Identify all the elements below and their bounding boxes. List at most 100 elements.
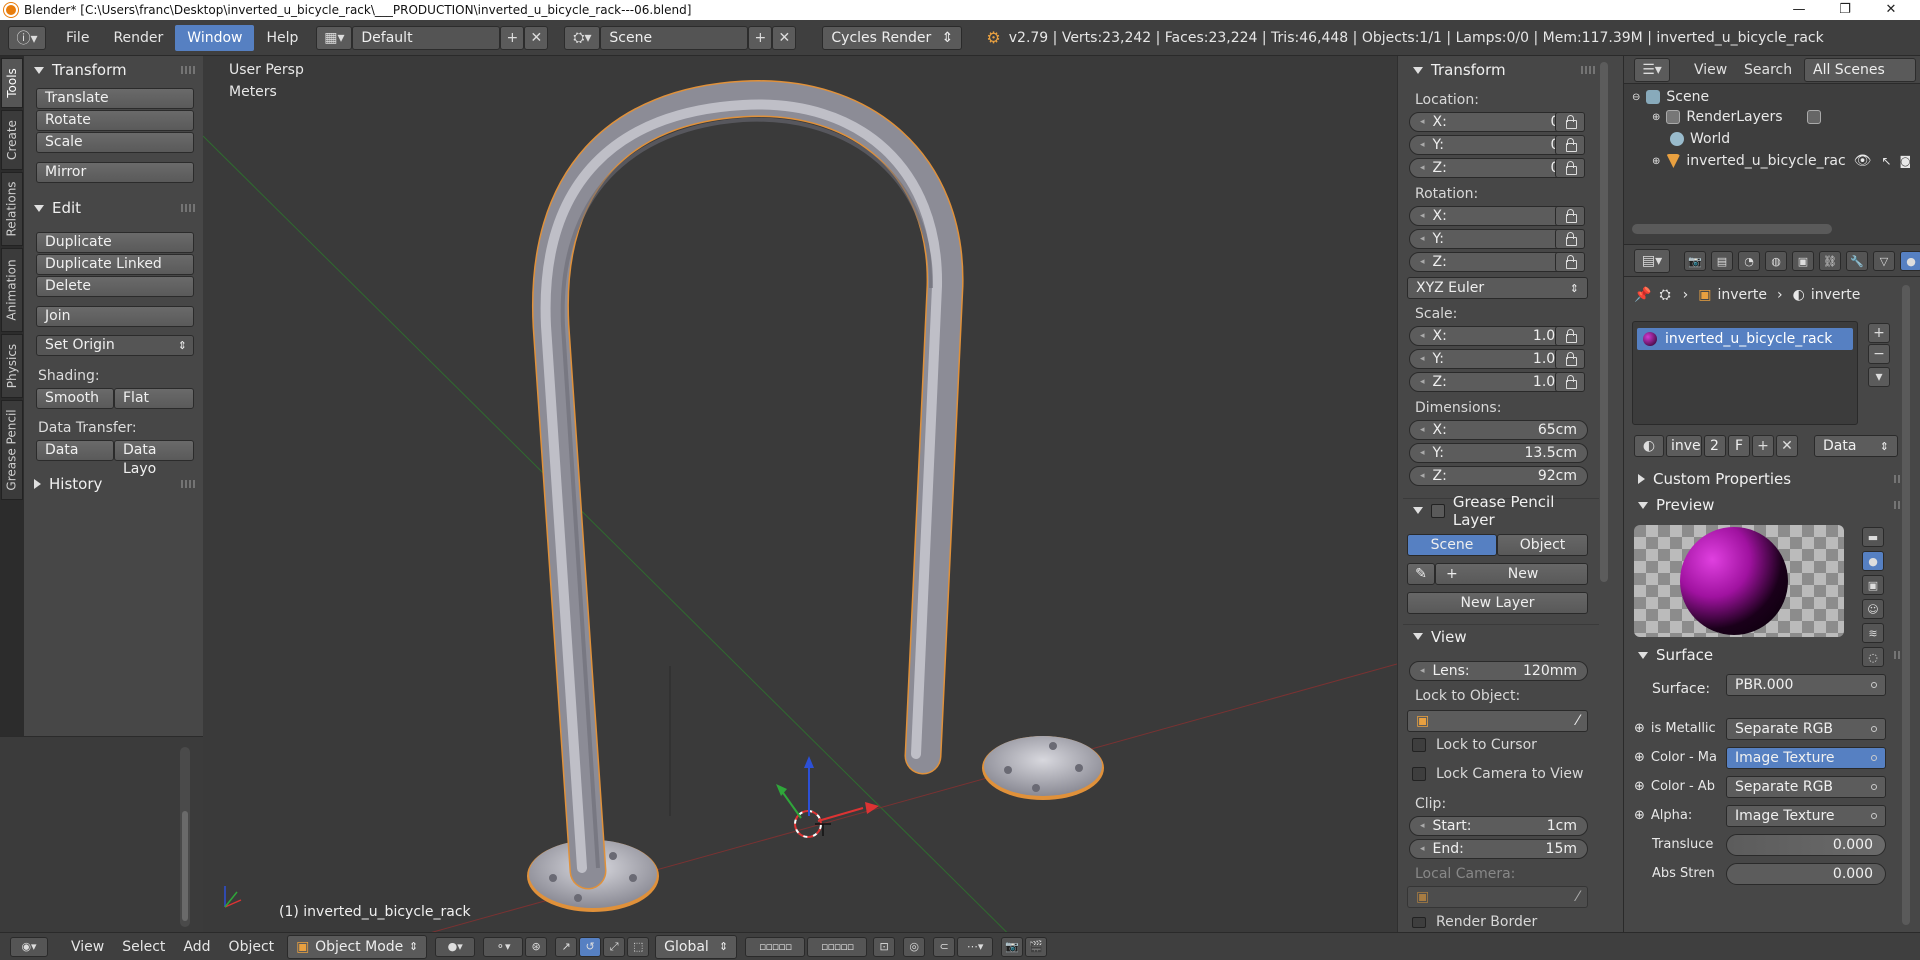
- preview-monkey-icon[interactable]: ☺: [1862, 599, 1884, 619]
- world-tab-icon[interactable]: ◍: [1765, 251, 1787, 271]
- outliner-hscrollbar[interactable]: [1632, 224, 1832, 234]
- outliner-item-scene[interactable]: ⊖ Scene: [1632, 86, 1709, 108]
- panel-surface-header[interactable]: Surface: [1628, 643, 1916, 667]
- arrow-left-icon[interactable]: ◂: [1420, 234, 1425, 244]
- color-ma-input-field[interactable]: Image Texture: [1726, 747, 1886, 769]
- opengl-render-animation-icon[interactable]: 🎬: [1025, 936, 1048, 957]
- outliner-search-menu[interactable]: Search: [1744, 62, 1792, 78]
- eyedropper-icon[interactable]: ⁄: [1577, 713, 1579, 729]
- dimension-y-field[interactable]: ◂ Y: 13.5cm: [1409, 443, 1588, 463]
- screen-layout-field[interactable]: Default: [352, 25, 501, 50]
- viewport-scene[interactable]: [203, 56, 1397, 932]
- preview-flat-icon[interactable]: ▬: [1862, 527, 1884, 547]
- material-tab-icon[interactable]: ●: [1900, 251, 1920, 271]
- expand-icon[interactable]: ⊕: [1652, 112, 1660, 123]
- color-ab-input-field[interactable]: Separate RGB: [1726, 776, 1886, 798]
- menu-add[interactable]: Add: [174, 939, 219, 955]
- expand-socket-icon[interactable]: ⊕: [1634, 779, 1645, 794]
- material-slot-list[interactable]: inverted_u_bicycle_rack: [1632, 321, 1858, 425]
- lock-icon[interactable]: [1555, 158, 1585, 178]
- translate-manipulator-icon[interactable]: ↗: [555, 936, 578, 957]
- select-arrow-icon[interactable]: ↖: [1881, 154, 1891, 168]
- material-users-count[interactable]: 2: [1704, 435, 1726, 457]
- duplicate-linked-button[interactable]: Duplicate Linked: [36, 254, 194, 275]
- dimension-x-field[interactable]: ◂ X: 65cm: [1409, 420, 1588, 440]
- tab-physics[interactable]: Physics: [1, 334, 23, 398]
- tab-create[interactable]: Create: [1, 110, 23, 170]
- gp-new-button[interactable]: + New: [1435, 563, 1588, 585]
- scene-tab-icon[interactable]: ◔: [1738, 251, 1760, 271]
- gp-scene-toggle[interactable]: Scene: [1407, 534, 1497, 556]
- dimension-z-field[interactable]: ◂ Z: 92cm: [1409, 466, 1588, 486]
- lock-object-field[interactable]: ▣ ⁄: [1407, 710, 1588, 732]
- lens-field[interactable]: ◂ Lens: 120mm: [1409, 661, 1588, 681]
- data-transfer-button[interactable]: Data: [36, 440, 114, 461]
- maximize-button[interactable]: ❐: [1822, 0, 1868, 20]
- set-origin-dropdown[interactable]: Set Origin ⇕: [36, 335, 194, 356]
- preview-cube-icon[interactable]: ▣: [1862, 575, 1884, 595]
- gp-object-toggle[interactable]: Object: [1497, 534, 1588, 556]
- outliner-display-mode[interactable]: All Scenes: [1804, 58, 1916, 82]
- panel-custom-properties-header[interactable]: Custom Properties: [1628, 467, 1916, 491]
- lock-camera-checkbox[interactable]: [1412, 767, 1426, 781]
- delete-button[interactable]: Delete: [36, 276, 194, 297]
- menu-window[interactable]: Window: [175, 24, 255, 51]
- translucency-slider[interactable]: 0.000: [1726, 834, 1886, 856]
- pin-icon[interactable]: 📌: [1634, 287, 1651, 303]
- manipulator-toggle-icon[interactable]: ⊛: [525, 936, 548, 957]
- menu-object[interactable]: Object: [220, 939, 284, 955]
- add-screen-button[interactable]: +: [500, 25, 525, 50]
- unlink-material-button[interactable]: ✕: [1776, 435, 1798, 457]
- lock-icon[interactable]: [1555, 372, 1585, 392]
- menu-help[interactable]: Help: [254, 25, 310, 51]
- outliner-view-menu[interactable]: View: [1694, 62, 1727, 78]
- rack-tube[interactable]: [533, 81, 963, 888]
- metallic-input-field[interactable]: Separate RGB: [1726, 718, 1886, 740]
- visibility-eye-icon[interactable]: 👁: [1854, 153, 1872, 169]
- scene-icon[interactable]: ⛭▾: [564, 25, 601, 50]
- outliner-item-renderlayers[interactable]: ⊕ RenderLayers: [1652, 106, 1827, 128]
- drag-grip-icon[interactable]: [181, 480, 195, 488]
- arrow-left-icon[interactable]: ◂: [1420, 377, 1425, 387]
- gizmo-y-axis[interactable]: [780, 789, 802, 819]
- expand-socket-icon[interactable]: ⊕: [1634, 808, 1645, 823]
- arrow-left-icon[interactable]: ◂: [1420, 140, 1425, 150]
- npanel-scrollbar[interactable]: [1600, 62, 1608, 582]
- object-tab-icon[interactable]: ▣: [1792, 251, 1814, 271]
- menu-file[interactable]: File: [54, 25, 101, 51]
- render-engine-dropdown[interactable]: Cycles Render ⇕: [822, 25, 963, 50]
- minimize-button[interactable]: —: [1776, 0, 1822, 20]
- material-link-dropdown[interactable]: Data ⇕: [1814, 435, 1898, 457]
- scrollbar-thumb[interactable]: [182, 811, 188, 921]
- scene-field[interactable]: Scene: [600, 25, 749, 50]
- 3d-viewport[interactable]: User Persp Meters (1) inverted_u_bicycle…: [203, 56, 1397, 932]
- shade-smooth-button[interactable]: Smooth: [36, 388, 114, 409]
- mirror-button[interactable]: Mirror: [36, 162, 194, 183]
- scale-button[interactable]: Scale: [36, 132, 194, 153]
- arrow-left-icon[interactable]: ◂: [1420, 425, 1425, 435]
- drag-grip-icon[interactable]: [181, 66, 195, 74]
- lock-icon[interactable]: [1555, 349, 1585, 369]
- arrow-left-icon[interactable]: ◂: [1420, 331, 1425, 341]
- close-window-button[interactable]: ✕: [1868, 0, 1914, 20]
- render-camera-icon[interactable]: ◙: [1900, 154, 1912, 168]
- duplicate-button[interactable]: Duplicate: [36, 232, 194, 253]
- fake-user-toggle[interactable]: F: [1728, 435, 1750, 457]
- add-material-slot-button[interactable]: +: [1868, 323, 1890, 343]
- lock-icon[interactable]: [1555, 326, 1585, 346]
- panel-history-header[interactable]: History: [24, 472, 203, 496]
- screen-layout-icon[interactable]: ▦▾: [316, 25, 353, 50]
- remove-scene-button[interactable]: ✕: [772, 25, 797, 50]
- editor-type-info-icon[interactable]: ⓘ▾: [8, 25, 46, 50]
- panel-grease-pencil-layer-header[interactable]: Grease Pencil Layer: [1403, 493, 1599, 529]
- snap-element-icon[interactable]: ⋯▾: [957, 936, 994, 957]
- constraints-tab-icon[interactable]: ⛓: [1819, 251, 1841, 271]
- render-border-checkbox[interactable]: [1412, 917, 1426, 928]
- arrow-left-icon[interactable]: ◂: [1420, 844, 1425, 854]
- gizmo-y-arrow-icon[interactable]: [776, 784, 787, 796]
- add-scene-button[interactable]: +: [748, 25, 773, 50]
- properties-editor-type-icon[interactable]: ▤▾: [1634, 249, 1670, 273]
- drag-grip-icon[interactable]: [181, 204, 195, 212]
- abs-strength-slider[interactable]: 0.000: [1726, 863, 1886, 885]
- gizmo-z-arrow-icon[interactable]: [804, 756, 814, 768]
